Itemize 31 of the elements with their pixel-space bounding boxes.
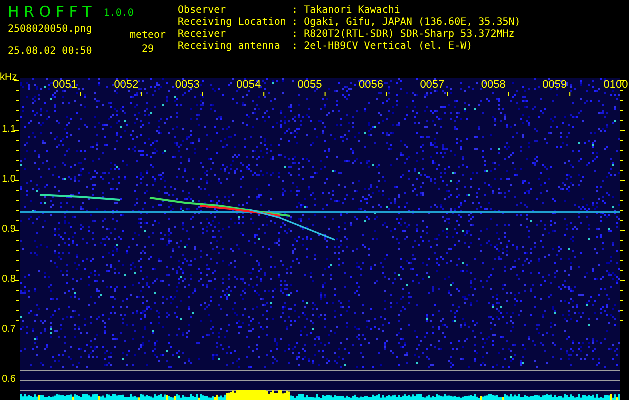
- time-label: 0055: [298, 79, 322, 91]
- time-label: 0054: [236, 79, 262, 91]
- info-value: : 2el-HB9CV Vertical (el. E-W): [292, 41, 474, 53]
- meteor-label: meteor: [130, 30, 166, 42]
- app-title: H R O F F T: [8, 4, 92, 20]
- info-value: : R820T2(RTL-SDR) SDR-Sharp 53.372MHz: [292, 29, 516, 41]
- info-value: : Ogaki, Gifu, JAPAN (136.60E, 35.35N): [292, 17, 521, 29]
- timestamp: 25.08.02 00:50: [8, 46, 94, 58]
- axis-label: 1.0: [2, 174, 16, 186]
- info-label: Receiving antenna: [178, 41, 282, 53]
- info-label: Receiving Location: [178, 17, 288, 29]
- axis-label: 0.6: [2, 374, 16, 386]
- time-label: 0057: [420, 79, 445, 91]
- axis-label: 0.8: [2, 274, 16, 286]
- time-label: 0051: [53, 79, 78, 91]
- time-label: 0053: [175, 79, 200, 91]
- axis-label: 0.9: [2, 224, 16, 236]
- info-label: Observer: [178, 5, 228, 17]
- axis-label: 1.1: [2, 124, 16, 136]
- axis-unit: kHz: [0, 72, 18, 84]
- time-label: 0100: [604, 79, 628, 91]
- axis-label: 0.7: [2, 324, 16, 336]
- app-version: 1.0.0: [104, 8, 134, 20]
- info-value: : Takanori Kawachi: [292, 5, 402, 17]
- time-label: 0056: [359, 79, 384, 91]
- time-label: 0052: [114, 79, 139, 91]
- filename: 2508020050.png: [8, 24, 94, 36]
- time-label: 0058: [481, 79, 506, 91]
- info-label: Receiver: [178, 29, 228, 41]
- time-label: 0059: [542, 79, 568, 91]
- meteor-count: 29: [142, 44, 154, 56]
